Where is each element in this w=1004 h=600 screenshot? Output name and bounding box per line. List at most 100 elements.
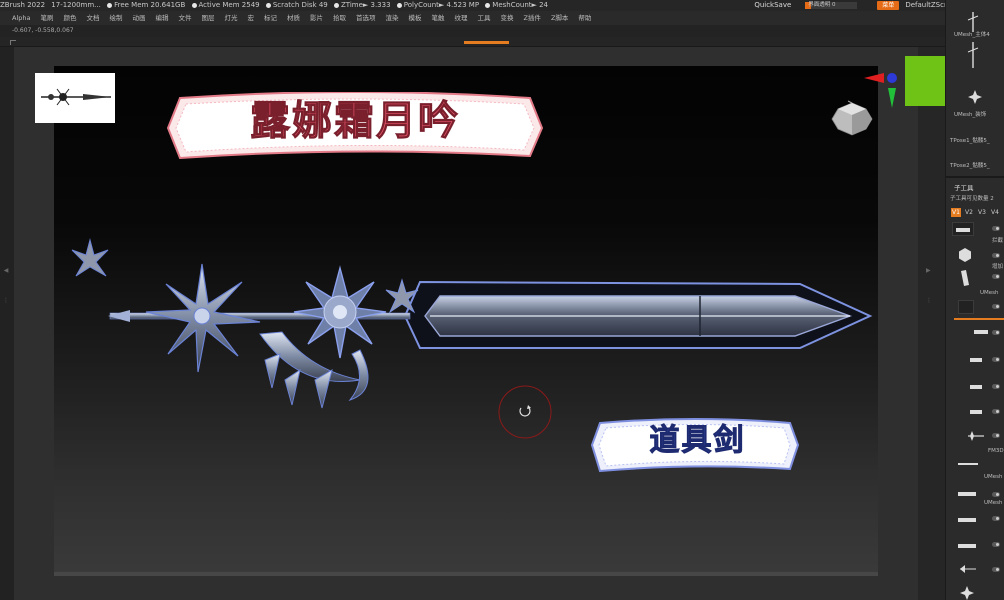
visibility-toggle[interactable]: [992, 433, 1000, 438]
menu-item[interactable]: 拾取: [333, 14, 346, 22]
subtool-thumb-1[interactable]: [974, 330, 988, 334]
menu-item[interactable]: 纹理: [454, 14, 467, 22]
menu-item[interactable]: Alpha: [12, 14, 30, 22]
menu-item[interactable]: 动画: [132, 14, 145, 22]
canvas-floor-strip: [54, 572, 878, 576]
tab-v1[interactable]: V1: [951, 208, 961, 217]
small-star-ornament: [71, 238, 109, 277]
menu-item[interactable]: Z插件: [523, 14, 540, 22]
mini-arrow-icon[interactable]: [960, 564, 976, 574]
menu-toggle-button[interactable]: 菜单: [877, 1, 900, 10]
visibility-toggle[interactable]: [992, 226, 1000, 231]
subtool-section-title[interactable]: 子工具: [954, 182, 974, 192]
visibility-toggle[interactable]: [992, 492, 1000, 497]
menu-item[interactable]: 绘制: [109, 14, 122, 22]
main-menu-bar: Alpha 笔刷 颜色 文档 绘制 动画 编辑 文件 图层 灯光 宏 标记 材质 影片 拾取 首选项 渲染 模板 笔…: [0, 11, 945, 25]
menu-item[interactable]: 标记: [264, 14, 277, 22]
subtool-thumb-4[interactable]: [970, 410, 982, 414]
sword-model[interactable]: [60, 230, 880, 420]
top-shelf: [0, 37, 945, 47]
subtool-label-5: UMesh: [984, 474, 1003, 480]
visibility-toggle[interactable]: [992, 304, 1000, 309]
subtool-thumb-7[interactable]: [958, 518, 976, 522]
scratch-disk-icon: [265, 2, 271, 8]
menu-item[interactable]: 工具: [477, 14, 490, 22]
visibility-toggle[interactable]: [992, 409, 1000, 414]
menu-item[interactable]: 首选项: [356, 14, 376, 22]
menu-item[interactable]: 文档: [86, 14, 99, 22]
active-mem-stat: Active Mem 2549: [198, 1, 260, 9]
subtool-thumb-6[interactable]: [958, 492, 976, 496]
mini-sword-icon[interactable]: [968, 430, 984, 442]
menu-item[interactable]: 材质: [287, 14, 300, 22]
left-tray-gutter[interactable]: ◀ ⋮: [0, 47, 14, 600]
tab-v2[interactable]: V2: [965, 208, 973, 217]
subtool-item-label-2[interactable]: UMesh_装饰: [954, 110, 986, 118]
menu-item[interactable]: 影片: [310, 14, 323, 22]
subtool-label-6: UMesh: [984, 500, 1003, 506]
left-tray-expand-icon[interactable]: ◀: [3, 267, 9, 274]
app-title: ZBrush 2022: [0, 1, 46, 9]
subtool-thumb-8[interactable]: [958, 544, 976, 548]
tab-v4[interactable]: V4: [991, 208, 999, 217]
subtool-thumb-5[interactable]: [958, 463, 978, 465]
menu-item[interactable]: 笔触: [431, 14, 444, 22]
tool-star-icon[interactable]: [968, 90, 982, 104]
visibility-toggle[interactable]: [992, 330, 1000, 335]
menu-item[interactable]: 文件: [178, 14, 191, 22]
visibility-toggle[interactable]: [992, 357, 1000, 362]
visibility-toggle[interactable]: [992, 542, 1000, 547]
free-mem-icon: [107, 2, 113, 8]
right-tray-gutter[interactable]: ▶ ⋮: [918, 47, 945, 600]
menu-item[interactable]: 图层: [201, 14, 214, 22]
menu-item[interactable]: 变换: [500, 14, 513, 22]
menu-item[interactable]: Z脚本: [551, 14, 568, 22]
subtool-item-label-1[interactable]: UMesh_主体4: [954, 30, 990, 38]
menu-item[interactable]: 颜色: [63, 14, 76, 22]
orange-divider: [954, 318, 1004, 320]
menu-item[interactable]: 编辑: [155, 14, 168, 22]
right-tray-expand-icon[interactable]: ▶: [926, 267, 931, 274]
menu-item[interactable]: 宏: [247, 14, 254, 22]
left-tray-handle-icon[interactable]: ⋮: [3, 297, 9, 304]
visibility-toggle[interactable]: [992, 274, 1000, 279]
subtool-item-label-3[interactable]: TPose1_骷髅5_: [950, 136, 990, 144]
blade-piece-icon[interactable]: [958, 270, 972, 286]
subtool-folder-icon[interactable]: [958, 300, 974, 314]
ui-transparency-slider[interactable]: 界面透明 0: [805, 2, 858, 9]
navigator-thumbnail[interactable]: [35, 73, 115, 123]
axis-gizmo-icon[interactable]: [862, 70, 902, 112]
menu-item[interactable]: 笔刷: [40, 14, 53, 22]
subtool-item-label-4[interactable]: TPose2_骷髅5_: [950, 161, 990, 169]
subtool-thumb-bar: [956, 228, 970, 232]
subtool-thumb-3[interactable]: [970, 385, 982, 389]
visibility-toggle[interactable]: [992, 253, 1000, 258]
subtool-thumb-2[interactable]: [970, 358, 982, 362]
guard-snowflake: [293, 265, 387, 359]
menu-item[interactable]: 模板: [408, 14, 421, 22]
ztime-icon: [333, 2, 339, 8]
meshcount-icon: [485, 2, 491, 8]
subtool-label-3: UMesh: [980, 290, 999, 296]
sword-silhouette-icon: [41, 88, 111, 106]
active-shelf-indicator[interactable]: [464, 41, 509, 44]
panel-separator: [946, 176, 1004, 178]
quicksave-button[interactable]: QuickSave: [754, 0, 791, 11]
hexagon-icon[interactable]: [958, 248, 972, 262]
menu-item[interactable]: 帮助: [578, 14, 591, 22]
brush-cursor-icon: [498, 385, 552, 439]
visibility-toggle[interactable]: [992, 384, 1000, 389]
menu-item[interactable]: 渲染: [385, 14, 398, 22]
right-tray-handle-icon[interactable]: ⋮: [926, 297, 932, 304]
visibility-toggle[interactable]: [992, 567, 1000, 572]
free-mem-stat: Free Mem 20.641GB: [114, 1, 186, 9]
mini-star-icon[interactable]: [960, 586, 974, 600]
menu-item[interactable]: 灯光: [224, 14, 237, 22]
stick-figure-icon-2[interactable]: [966, 40, 980, 70]
scratch-disk-stat: Scratch Disk 49: [272, 1, 328, 9]
tab-v3[interactable]: V3: [978, 208, 986, 217]
subtool-slot-1[interactable]: [952, 222, 974, 236]
visibility-toggle[interactable]: [992, 516, 1000, 521]
right-tool-panel: UMesh_主体4 UMesh_装饰 TPose1_骷髅5_ TPose2_骷髅…: [945, 0, 1004, 600]
title-banner-text: 露娜霜月吟: [250, 97, 460, 145]
